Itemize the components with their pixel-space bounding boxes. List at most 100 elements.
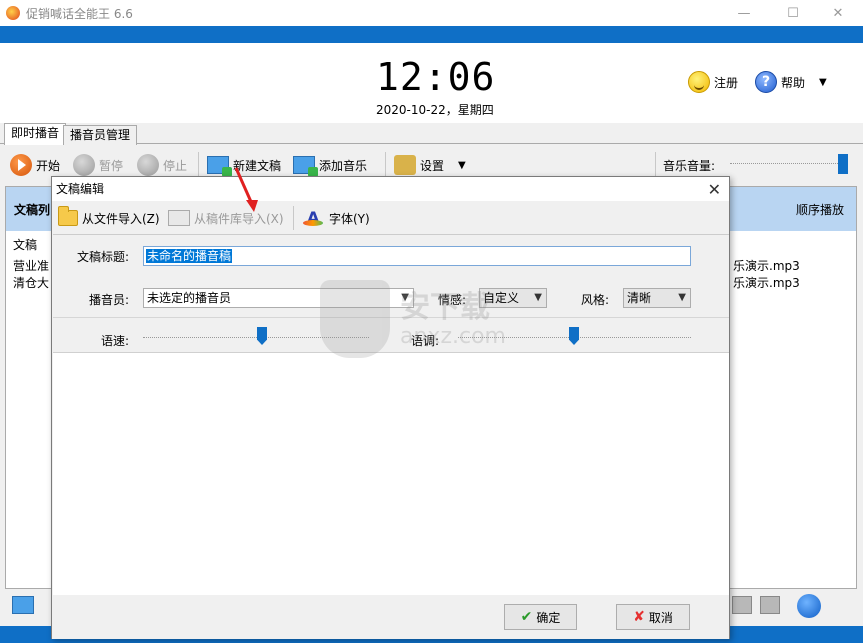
announcer-select[interactable]: 未选定的播音员 ▼ [143, 288, 414, 308]
dialog-title: 文稿编辑 [56, 182, 105, 196]
announcer-value: 未选定的播音员 [147, 291, 232, 305]
tab-live-broadcast[interactable]: 即时播音 [4, 123, 67, 145]
library-icon [168, 210, 190, 226]
list-header-title: 文稿列 [14, 203, 51, 217]
toolbar-divider [385, 152, 386, 178]
music-volume-label: 音乐音量: [663, 158, 716, 173]
pause-button[interactable]: 暂停 [73, 153, 123, 177]
stop-button[interactable]: 停止 [137, 153, 187, 177]
dialog-body: 文稿标题: 未命名的播音稿 播音员: 未选定的播音员 ▼ 情感: 自定义 ▼ 风… [53, 234, 729, 595]
list-item[interactable]: 清仓大 [13, 274, 49, 291]
settings-button[interactable]: 设置 ▼ [394, 153, 466, 177]
music-item[interactable]: 乐演示.mp3 [733, 257, 800, 274]
play-icon[interactable] [797, 594, 821, 618]
style-value: 清晰 [627, 291, 652, 305]
music-item[interactable]: 乐演示.mp3 [733, 274, 800, 291]
font-icon [303, 208, 325, 228]
form-panel: 文稿标题: 未命名的播音稿 播音员: 未选定的播音员 ▼ 情感: 自定义 ▼ 风… [53, 235, 729, 353]
window-title: 促销喊话全能王 6.6 [26, 6, 133, 21]
list-col-label: 文稿 [13, 238, 38, 252]
help-label: 帮助 [781, 75, 806, 90]
script-text-area[interactable] [53, 354, 729, 595]
title-label: 文稿标题: [77, 250, 130, 264]
move-down-icon[interactable] [760, 596, 780, 614]
add-music-label: 添加音乐 [319, 158, 368, 173]
app-window: 促销喊话全能王 6.6 — ☐ ✕ 12:06 2020-10-22，星期四 注… [0, 0, 863, 643]
tab-announcer-manage[interactable]: 播音员管理 [63, 125, 138, 145]
music-volume-slider[interactable] [730, 163, 848, 165]
play-icon [10, 154, 32, 176]
emotion-select[interactable]: 自定义 ▼ [479, 288, 547, 308]
font-button[interactable]: 字体(Y) [303, 207, 370, 229]
cancel-icon: ✘ [633, 609, 645, 625]
smile-icon [688, 71, 710, 93]
stop-label: 停止 [163, 158, 188, 173]
new-script-button[interactable]: 新建文稿 [207, 153, 281, 177]
speed-label: 语速: [101, 334, 130, 348]
toolbar-divider [655, 152, 656, 178]
register-button[interactable]: 注册 [688, 71, 738, 93]
maximize-button[interactable]: ☐ [770, 0, 816, 26]
date-label: 2020-10-22，星期四 [376, 103, 494, 117]
settings-icon [394, 155, 416, 175]
pause-icon [73, 154, 95, 176]
title-input[interactable]: 未命名的播音稿 [143, 246, 691, 266]
add-item-icon[interactable] [12, 596, 34, 614]
close-button[interactable]: ✕ [815, 0, 861, 26]
ok-label: 确定 [536, 610, 561, 625]
move-up-icon[interactable] [732, 596, 752, 614]
settings-label: 设置 [420, 158, 445, 173]
help-button[interactable]: ? 帮助 ▼ [755, 71, 827, 93]
title-bar: 促销喊话全能王 6.6 — ☐ ✕ [0, 0, 863, 26]
minimize-button[interactable]: — [721, 0, 767, 26]
chevron-down-icon[interactable]: ▼ [819, 77, 827, 88]
pitch-label: 语调: [411, 334, 440, 348]
dialog-close-button[interactable]: ✕ [708, 178, 721, 202]
add-music-icon [293, 156, 318, 177]
app-icon [6, 6, 20, 20]
new-script-icon [207, 156, 232, 177]
toolbar-divider [198, 152, 199, 178]
dialog-title-bar: 文稿编辑 ✕ [52, 177, 729, 201]
dialog-footer: ✔ 确定 ✘ 取消 [52, 595, 729, 639]
chevron-down-icon: ▼ [401, 292, 409, 303]
chevron-down-icon: ▼ [678, 292, 686, 303]
start-button[interactable]: 开始 [10, 153, 60, 177]
new-script-label: 新建文稿 [233, 158, 282, 173]
stop-icon [137, 154, 159, 176]
tab-bar: 即时播音 播音员管理 [0, 123, 863, 145]
header: 12:06 2020-10-22，星期四 注册 ? 帮助 ▼ [0, 43, 863, 123]
add-music-button[interactable]: 添加音乐 [293, 153, 367, 177]
import-library-button[interactable]: 从稿件库导入(X) [168, 207, 284, 229]
cancel-button[interactable]: ✘ 取消 [616, 604, 690, 630]
font-label: 字体(Y) [329, 211, 370, 226]
emotion-value: 自定义 [483, 291, 520, 305]
emotion-label: 情感: [438, 293, 467, 307]
ok-button[interactable]: ✔ 确定 [504, 604, 577, 630]
toolbar-divider [293, 206, 294, 230]
start-label: 开始 [36, 158, 61, 173]
chevron-down-icon[interactable]: ▼ [458, 160, 466, 171]
dialog-toolbar: 从文件导入(Z) 从稿件库导入(X) 字体(Y) [52, 202, 729, 234]
play-order-button[interactable]: 顺序播放 [796, 201, 844, 218]
help-icon: ? [755, 71, 777, 93]
import-file-button[interactable]: 从文件导入(Z) [58, 206, 160, 229]
speed-thumb[interactable] [257, 327, 267, 345]
announcer-label: 播音员: [89, 293, 130, 307]
style-select[interactable]: 清晰 ▼ [623, 288, 691, 308]
import-file-label: 从文件导入(Z) [82, 211, 160, 226]
title-value: 未命名的播音稿 [146, 249, 233, 263]
script-edit-dialog: 文稿编辑 ✕ 从文件导入(Z) 从稿件库导入(X) 字体(Y) 文稿标题: 未命… [51, 176, 730, 639]
import-library-label: 从稿件库导入(X) [194, 211, 284, 226]
list-item[interactable]: 营业准 [13, 257, 49, 274]
chevron-down-icon: ▼ [534, 292, 542, 303]
cancel-label: 取消 [648, 610, 673, 625]
music-volume-thumb[interactable] [838, 154, 848, 174]
speed-slider[interactable] [143, 337, 369, 339]
style-label: 风格: [581, 293, 610, 307]
check-icon: ✔ [520, 609, 533, 625]
pitch-thumb[interactable] [569, 327, 579, 345]
pause-label: 暂停 [99, 158, 124, 173]
form-divider [53, 317, 729, 318]
folder-icon [58, 206, 78, 226]
